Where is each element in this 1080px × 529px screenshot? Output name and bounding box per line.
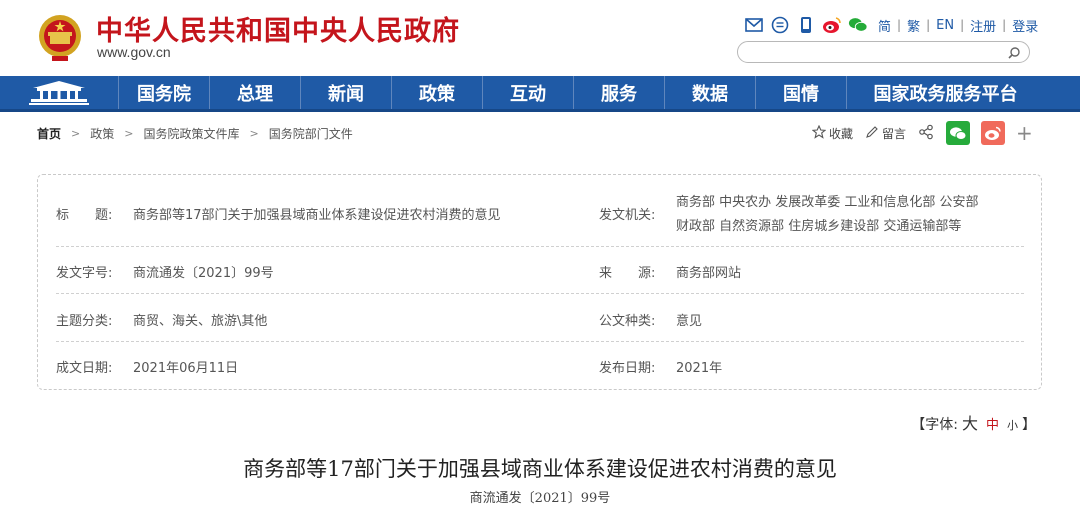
comment-button[interactable]: 留言 bbox=[865, 125, 906, 142]
favorite-label: 收藏 bbox=[829, 126, 854, 141]
share-button[interactable] bbox=[918, 124, 934, 143]
national-emblem-icon[interactable] bbox=[36, 12, 84, 62]
nav-items: 国务院 总理 新闻 政策 互动 服务 数据 国情 国家政务服务平台 bbox=[118, 76, 1044, 109]
mobile-icon[interactable] bbox=[796, 15, 816, 35]
title-label: 标 题: bbox=[56, 208, 113, 223]
doc-number-value: 商流通发〔2021〕99号 bbox=[133, 266, 274, 281]
breadcrumb-dept-docs[interactable]: 国务院部门文件 bbox=[269, 125, 353, 142]
site-title[interactable]: 中华人民共和国中央人民政府 bbox=[96, 9, 460, 48]
published-date-label: 发布日期: bbox=[599, 361, 656, 376]
lang-english-link[interactable]: EN bbox=[936, 18, 954, 33]
divider bbox=[56, 293, 1024, 294]
top-tools: 简 | 繁 | EN | 注册 | 登录 bbox=[744, 14, 1044, 36]
doc-type-label: 公文种类: bbox=[599, 314, 656, 329]
nav-item-national-info[interactable]: 国情 bbox=[755, 76, 846, 109]
doc-type-value: 意见 bbox=[676, 314, 703, 329]
nav-item-data[interactable]: 数据 bbox=[664, 76, 755, 109]
divider bbox=[56, 246, 1024, 247]
pencil-icon bbox=[865, 125, 879, 142]
font-switch-prefix: 【字体: bbox=[911, 417, 958, 433]
published-date-value: 2021年 bbox=[676, 361, 723, 376]
source-label: 来 源: bbox=[599, 266, 656, 281]
topic-value: 商贸、海关、旅游\其他 bbox=[133, 314, 268, 329]
breadcrumb-policy[interactable]: 政策 bbox=[90, 125, 114, 142]
nav-item-news[interactable]: 新闻 bbox=[300, 76, 391, 109]
source-value: 商务部网站 bbox=[676, 266, 742, 281]
font-switch-suffix: 】 bbox=[1022, 417, 1036, 433]
nav-item-premier[interactable]: 总理 bbox=[209, 76, 300, 109]
wechat-icon[interactable] bbox=[848, 15, 868, 35]
share-actions: 收藏 留言 + bbox=[811, 121, 1033, 145]
register-link[interactable]: 注册 bbox=[970, 16, 996, 35]
star-icon bbox=[811, 124, 827, 142]
font-size-medium-button[interactable]: 中 bbox=[986, 418, 999, 433]
issuer-value-line2: 财政部 自然资源部 住房城乡建设部 交通运输部等 bbox=[676, 219, 962, 234]
weibo-icon[interactable] bbox=[822, 15, 842, 35]
site-url[interactable]: www.gov.cn bbox=[97, 44, 171, 60]
share-icon bbox=[918, 124, 934, 143]
nav-item-policy[interactable]: 政策 bbox=[391, 76, 482, 109]
search-box bbox=[737, 41, 1030, 63]
chevron-right-icon: > bbox=[124, 126, 134, 140]
lang-traditional-link[interactable]: 繁 bbox=[907, 16, 920, 35]
doc-number-label: 发文字号: bbox=[56, 266, 113, 281]
search-input[interactable] bbox=[748, 44, 998, 60]
main-nav: 国务院 总理 新闻 政策 互动 服务 数据 国情 国家政务服务平台 bbox=[0, 76, 1080, 112]
font-size-small-button[interactable]: 小 bbox=[1007, 419, 1018, 432]
article-doc-number: 商流通发〔2021〕99号 bbox=[469, 491, 611, 506]
site-header: 中华人民共和国中央人民政府 www.gov.cn 简 | 繁 | EN | 注册… bbox=[0, 0, 1080, 76]
issuer-value-line1: 商务部 中央农办 发展改革委 工业和信息化部 公安部 bbox=[676, 195, 979, 210]
issuer-label: 发文机关: bbox=[599, 208, 656, 223]
chevron-right-icon: > bbox=[249, 126, 259, 140]
breadcrumb: 首页 > 政策 > 国务院政策文件库 > 国务院部门文件 bbox=[37, 124, 353, 142]
chat-icon[interactable] bbox=[770, 15, 790, 35]
article-title: 商务部等17部门关于加强县域商业体系建设促进农村消费的意见 bbox=[243, 457, 837, 481]
login-link[interactable]: 登录 bbox=[1012, 16, 1038, 35]
favorite-button[interactable]: 收藏 bbox=[811, 124, 854, 142]
nav-item-state-council[interactable]: 国务院 bbox=[118, 76, 209, 109]
written-date-label: 成文日期: bbox=[56, 361, 113, 376]
chevron-right-icon: > bbox=[71, 126, 81, 140]
font-size-switch: 【字体: 大中小】 bbox=[911, 410, 1036, 434]
nav-item-interact[interactable]: 互动 bbox=[482, 76, 573, 109]
breadcrumb-home[interactable]: 首页 bbox=[37, 125, 61, 142]
document-info-table: 标 题: 商务部等17部门关于加强县域商业体系建设促进农村消费的意见 发文机关:… bbox=[37, 174, 1042, 390]
nav-item-gov-service-platform[interactable]: 国家政务服务平台 bbox=[846, 76, 1044, 109]
font-size-large-button[interactable]: 大 bbox=[962, 414, 978, 433]
weibo-share-icon[interactable] bbox=[981, 121, 1006, 145]
lang-simplified-link[interactable]: 简 bbox=[878, 16, 891, 35]
divider bbox=[56, 341, 1024, 342]
breadcrumb-policy-library[interactable]: 国务院政策文件库 bbox=[143, 125, 239, 142]
topic-label: 主题分类: bbox=[56, 314, 113, 329]
nav-home-gate-icon[interactable] bbox=[0, 76, 118, 109]
mail-icon[interactable] bbox=[744, 15, 764, 35]
written-date-value: 2021年06月11日 bbox=[133, 361, 239, 376]
title-value: 商务部等17部门关于加强县域商业体系建设促进农村消费的意见 bbox=[133, 208, 501, 223]
comment-label: 留言 bbox=[882, 126, 907, 141]
more-plus-icon[interactable]: + bbox=[1016, 123, 1033, 143]
wechat-share-icon[interactable] bbox=[946, 121, 971, 145]
nav-item-service[interactable]: 服务 bbox=[573, 76, 664, 109]
search-icon[interactable] bbox=[1007, 45, 1023, 61]
